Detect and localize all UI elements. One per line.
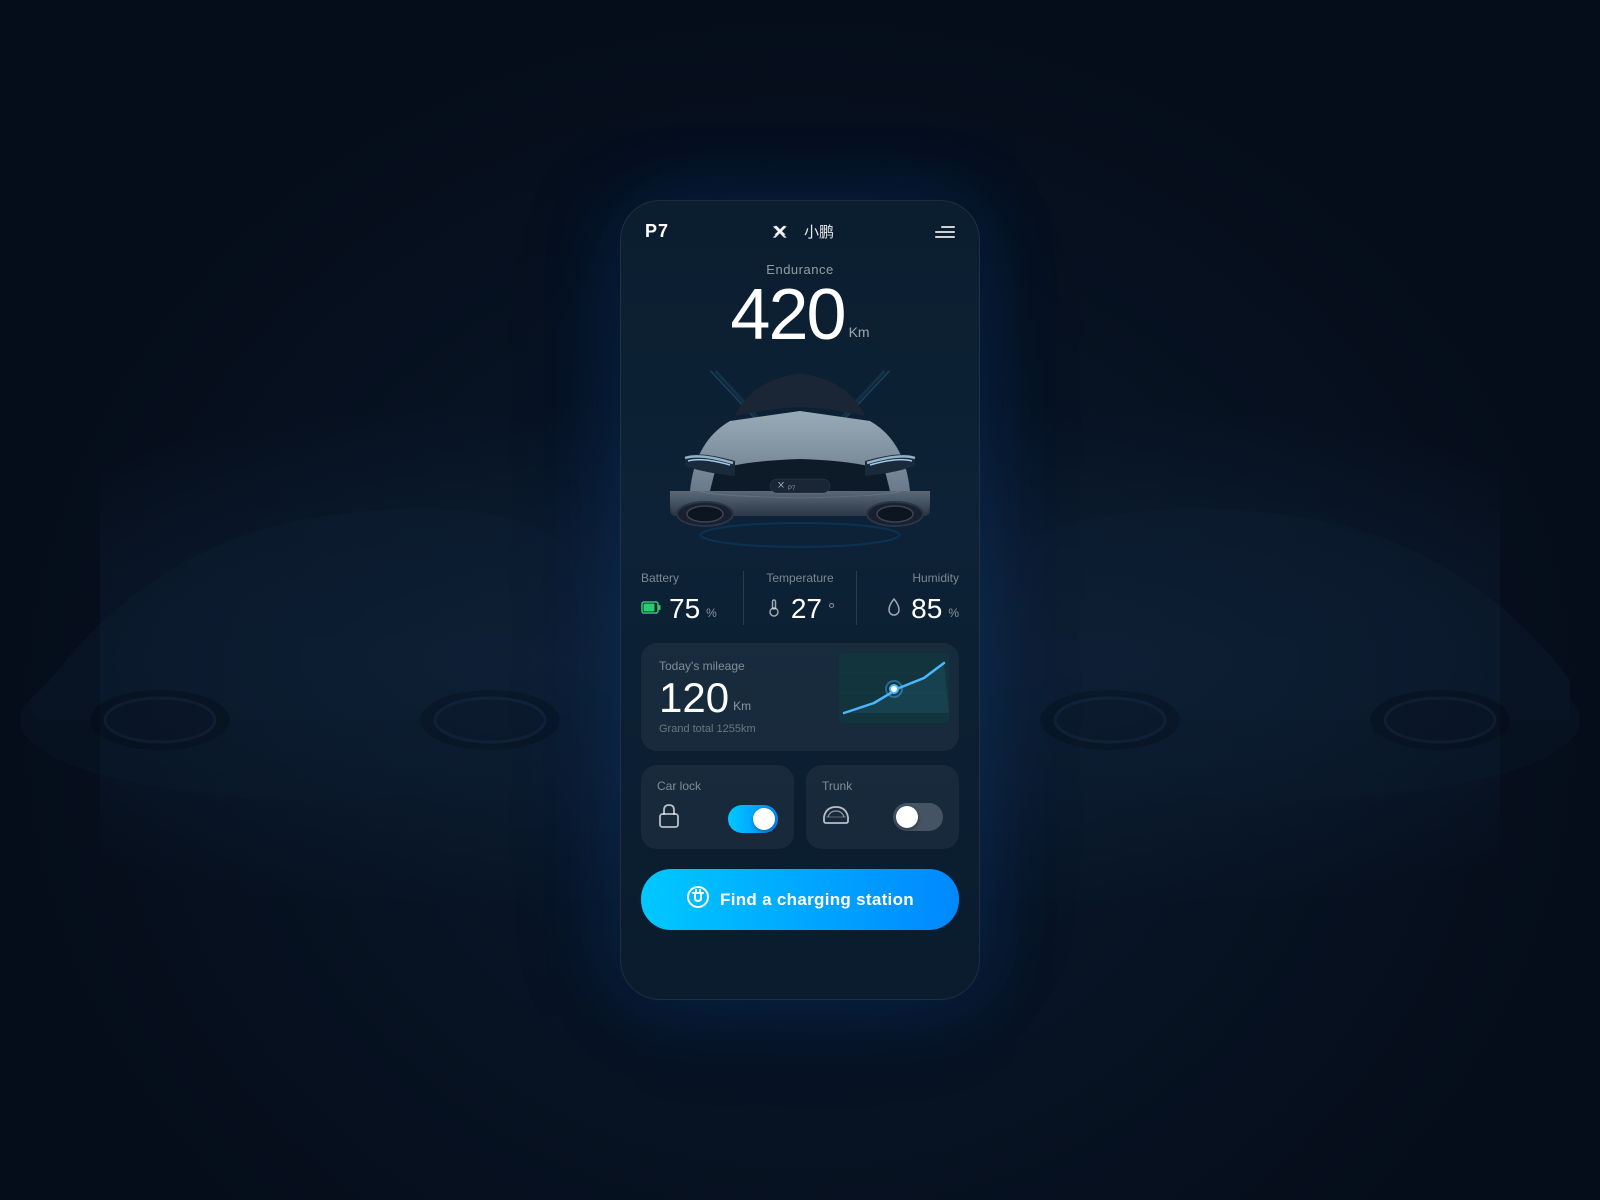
mileage-card: Today's mileage 120 Km Grand total 1255k… xyxy=(641,643,959,751)
xpeng-logo-icon xyxy=(770,223,798,241)
mileage-chart xyxy=(819,643,959,751)
trunk-toggle[interactable] xyxy=(893,803,943,831)
battery-value-row: 75 % xyxy=(641,593,733,625)
find-charging-button[interactable]: Find a charging station xyxy=(641,869,959,930)
trunk-toggle-knob xyxy=(896,806,918,828)
stats-row: Battery 75 % Temperature xyxy=(621,551,979,625)
battery-label: Battery xyxy=(641,571,733,585)
battery-value: 75 xyxy=(669,593,700,625)
endurance-value: 420 Km xyxy=(621,279,979,351)
trunk-svg-icon xyxy=(822,803,850,825)
endurance-section: Endurance 420 Km xyxy=(621,252,979,351)
trunk-icon xyxy=(822,803,850,831)
model-label: P7 xyxy=(645,221,669,242)
car-display: P7 xyxy=(631,351,969,551)
humidity-svg-icon xyxy=(885,597,903,617)
humidity-stat: Humidity 85 % xyxy=(857,571,959,625)
car-lock-toggle-knob xyxy=(753,808,775,830)
battery-stat: Battery 75 % xyxy=(641,571,743,625)
thermometer-icon xyxy=(765,597,783,622)
car-lock-label: Car lock xyxy=(657,779,778,793)
phone-app: P7 小鹏 Endurance 420 Km xyxy=(620,200,980,1000)
svg-text:P7: P7 xyxy=(788,486,796,492)
car-lock-control-row xyxy=(657,803,778,835)
battery-icon xyxy=(641,597,661,622)
trunk-label: Trunk xyxy=(822,779,943,793)
humidity-value: 85 xyxy=(911,593,942,625)
temperature-label: Temperature xyxy=(754,571,846,585)
endurance-number: 420 xyxy=(730,279,844,351)
controls-row: Car lock Trunk xyxy=(641,765,959,849)
charging-svg-icon xyxy=(686,885,710,909)
temp-svg-icon xyxy=(765,597,783,617)
car-front-image: P7 xyxy=(660,351,940,551)
mileage-unit: Km xyxy=(733,699,751,713)
battery-unit: % xyxy=(706,606,717,620)
lock-icon xyxy=(657,803,681,835)
humidity-unit: % xyxy=(948,606,959,620)
menu-button[interactable] xyxy=(935,226,955,238)
battery-svg-icon xyxy=(641,597,661,617)
temperature-stat: Temperature 27 ° xyxy=(744,571,856,625)
humidity-label: Humidity xyxy=(867,571,959,585)
menu-icon xyxy=(941,226,955,228)
menu-icon xyxy=(935,236,955,238)
temperature-value-row: 27 ° xyxy=(754,593,846,625)
temperature-value: 27 xyxy=(791,593,822,625)
charging-plug-icon xyxy=(686,885,710,914)
car-lock-toggle[interactable] xyxy=(728,805,778,833)
temperature-unit: ° xyxy=(828,600,835,621)
humidity-icon xyxy=(885,597,903,622)
brand-text: 小鹏 xyxy=(804,221,834,242)
mileage-number: 120 xyxy=(659,677,729,719)
endurance-unit: Km xyxy=(849,325,870,339)
brand-logo: 小鹏 xyxy=(770,221,834,242)
header: P7 小鹏 xyxy=(621,201,979,252)
menu-icon xyxy=(935,231,955,233)
humidity-value-row: 85 % xyxy=(867,593,959,625)
find-charging-label: Find a charging station xyxy=(720,890,914,910)
mileage-chart-svg xyxy=(819,643,959,733)
trunk-card: Trunk xyxy=(806,765,959,849)
trunk-control-row xyxy=(822,803,943,831)
car-lock-card: Car lock xyxy=(641,765,794,849)
lock-svg-icon xyxy=(657,803,681,829)
